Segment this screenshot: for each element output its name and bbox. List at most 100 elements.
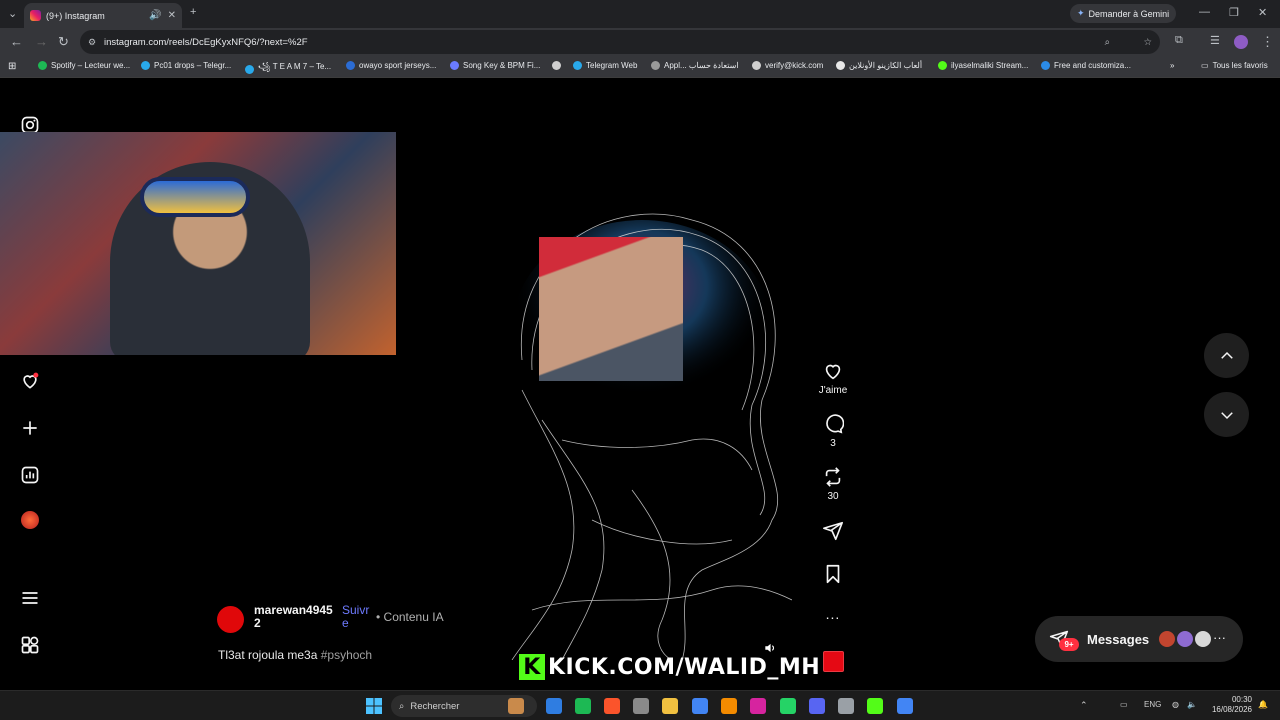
bookmark-item[interactable]: Song Key & BPM Fi... xyxy=(450,61,540,70)
comment-button[interactable]: 3 xyxy=(818,413,848,449)
back-icon[interactable]: ← xyxy=(10,34,23,49)
bookmark-favicon-icon xyxy=(938,61,947,70)
gemini-button[interactable]: ✦ Demander à Gemini xyxy=(1070,4,1177,23)
create-plus-icon[interactable] xyxy=(20,418,40,438)
profile-avatar-icon[interactable] xyxy=(21,511,39,529)
vlc-icon[interactable] xyxy=(721,698,737,714)
speaker-icon[interactable]: 🔊 xyxy=(149,10,161,21)
forward-icon[interactable]: → xyxy=(35,34,48,49)
reload-icon[interactable]: ↻ xyxy=(58,34,69,50)
bookmark-item[interactable]: Telegram Web xyxy=(573,61,637,70)
dashboard-icon[interactable] xyxy=(20,465,40,485)
gemini-star-icon: ✦ xyxy=(1077,8,1085,18)
windows-start-icon[interactable] xyxy=(366,698,382,714)
bookmark-item[interactable]: ꧁ T E A M 7 – Te... xyxy=(245,61,331,77)
window-close-icon[interactable]: ✕ xyxy=(1258,6,1267,19)
caption-hashtag[interactable]: #psyhoch xyxy=(321,648,372,662)
bookmark-label: Song Key & BPM Fi... xyxy=(463,61,541,70)
tab-instagram[interactable]: (9+) Instagram 🔊 ✕ xyxy=(24,3,182,28)
bookmark-item[interactable]: Appl... استعادة حساب xyxy=(651,61,739,70)
previous-reel-button[interactable] xyxy=(1204,333,1249,378)
address-bar[interactable]: ⚙ instagram.com/reels/DcEgKyxNFQ6/?next=… xyxy=(80,30,1160,54)
audio-thumbnail[interactable] xyxy=(823,651,844,672)
caption-text: Tl3at rojoula me3a xyxy=(218,648,318,662)
notifications-heart-icon[interactable] xyxy=(20,371,40,391)
minimize-icon[interactable]: — xyxy=(1199,6,1210,18)
more-menu-icon[interactable] xyxy=(20,588,40,608)
apps-grid-icon[interactable]: ⊞ xyxy=(8,61,16,72)
bookmark-item[interactable]: owayo sport jerseys... xyxy=(346,61,436,70)
conversation-avatar[interactable] xyxy=(1193,629,1213,649)
defender-icon[interactable] xyxy=(546,698,562,714)
instagram-app-icon[interactable] xyxy=(750,698,766,714)
bookmark-item[interactable]: Free and customiza... xyxy=(1041,61,1131,70)
zoom-icon[interactable]: ⌕ xyxy=(1105,37,1110,48)
also-from-meta-icon[interactable] xyxy=(20,635,40,655)
extensions-icon[interactable]: ⧉ xyxy=(1175,34,1183,47)
bookmark-favicon-icon xyxy=(752,61,761,70)
all-bookmarks[interactable]: ▭ Tous les favoris xyxy=(1201,61,1268,70)
bookmark-label: Appl... استعادة حساب xyxy=(664,61,739,70)
whatsapp-icon[interactable] xyxy=(780,698,796,714)
bookmark-favicon-icon xyxy=(245,64,254,74)
file-explorer-icon[interactable] xyxy=(662,698,678,714)
bookmark-item[interactable]: ilyaselmaliki Stream... xyxy=(938,61,1028,70)
messages-more-icon[interactable]: ··· xyxy=(1213,630,1226,645)
bookmark-item[interactable]: Pc01 drops – Telegr... xyxy=(141,61,231,70)
discord-icon[interactable] xyxy=(809,698,825,714)
repost-button[interactable]: 30 xyxy=(818,466,848,502)
notification-bell-icon[interactable]: 🔔 xyxy=(1258,700,1268,709)
all-bookmarks-label: Tous les favoris xyxy=(1212,61,1268,70)
maximize-icon[interactable]: ❐ xyxy=(1229,6,1239,19)
tab-groups-icon[interactable]: ☰ xyxy=(1210,34,1220,47)
kick-watermark: K KICK.COM/WALID_MH xyxy=(519,652,820,682)
brave-icon[interactable] xyxy=(604,698,620,714)
chrome-active-icon[interactable] xyxy=(897,698,913,714)
bookmark-item[interactable] xyxy=(552,61,565,70)
profile-avatar[interactable] xyxy=(1234,35,1248,49)
widgets-icon[interactable] xyxy=(508,698,524,714)
conversation-avatar[interactable] xyxy=(1157,629,1177,649)
url-text: instagram.com/reels/DcEgKyxNFQ6/?next=%2… xyxy=(104,36,308,48)
follow-button[interactable]: Suivre xyxy=(342,604,372,630)
photos-icon[interactable] xyxy=(633,698,649,714)
site-info-icon[interactable]: ⚙ xyxy=(88,37,96,48)
tray-chevron-icon[interactable]: ⌃ xyxy=(1080,700,1088,711)
wifi-tray-icon[interactable]: ◍ xyxy=(1172,700,1179,709)
tab-search-icon[interactable]: ⌄ xyxy=(8,7,17,20)
chrome-menu-icon[interactable]: ⋮ xyxy=(1261,34,1274,50)
new-tab-icon[interactable]: + xyxy=(190,6,196,18)
share-button[interactable] xyxy=(818,520,848,542)
taskbar-search-label: Rechercher xyxy=(410,700,460,712)
reel-video-player[interactable] xyxy=(472,95,798,675)
bookmark-favicon-icon xyxy=(651,61,660,70)
volume-tray-icon[interactable]: 🔈 xyxy=(1187,700,1197,709)
conversation-avatar[interactable] xyxy=(1175,629,1195,649)
taskbar-clock[interactable]: 00:30 16/08/2026 xyxy=(1208,695,1252,715)
like-button[interactable]: J'aime xyxy=(818,360,848,396)
heart-icon xyxy=(825,364,841,380)
clock-time: 00:30 xyxy=(1231,695,1252,704)
bookmark-item[interactable]: ألعاب الكازينو الأونلاين xyxy=(836,61,922,70)
comments-count: 3 xyxy=(830,438,836,449)
bookmarks-bar: ⊞ Spotify – Lecteur we... Pc01 drops – Te… xyxy=(0,56,1280,78)
author-avatar[interactable] xyxy=(217,606,244,633)
bookmark-favicon-icon xyxy=(573,61,582,70)
media-player-icon[interactable] xyxy=(867,698,883,714)
next-reel-button[interactable] xyxy=(1204,392,1249,437)
language-indicator[interactable]: ENG xyxy=(1144,700,1161,709)
more-options-button[interactable]: ... xyxy=(818,606,848,622)
bookmark-item[interactable]: Spotify – Lecteur we... xyxy=(38,61,130,70)
bookmark-label: Spotify – Lecteur we... xyxy=(51,61,131,70)
spotify-icon[interactable] xyxy=(575,698,591,714)
author-username[interactable]: marewan49452 xyxy=(254,604,336,630)
bookmark-label: verify@kick.com xyxy=(765,61,824,70)
bookmark-item[interactable]: verify@kick.com xyxy=(752,61,823,70)
network-tray-icon[interactable]: ▭ xyxy=(1120,700,1128,709)
tab-close-icon[interactable]: ✕ xyxy=(168,10,176,21)
bookmarks-overflow-icon[interactable]: » xyxy=(1170,61,1174,70)
save-button[interactable] xyxy=(818,563,848,585)
bookmark-star-icon[interactable]: ☆ xyxy=(1143,37,1152,48)
steam-icon[interactable] xyxy=(838,698,854,714)
chrome-icon[interactable] xyxy=(692,698,708,714)
